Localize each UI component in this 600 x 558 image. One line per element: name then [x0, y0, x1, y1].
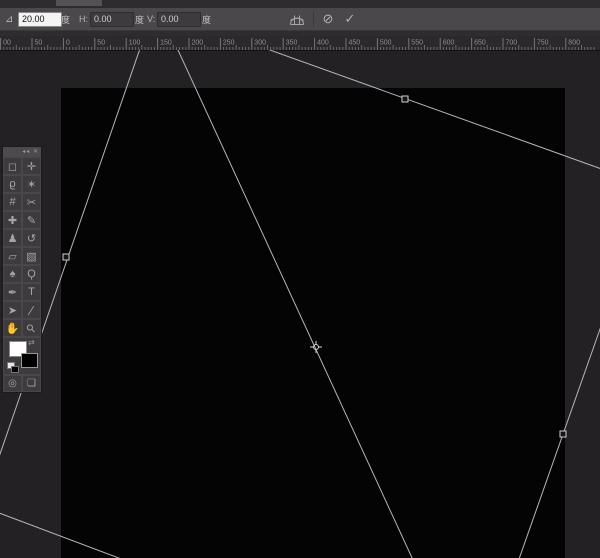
transform-diagonal[interactable] — [154, 50, 413, 558]
rectangular-marquee-tool[interactable]: ◻ — [3, 157, 22, 175]
dodge-tool-icon: Ϙ — [27, 268, 36, 280]
transform-edge-top[interactable] — [150, 50, 600, 172]
svg-text:50: 50 — [35, 40, 43, 47]
commit-transform-button[interactable]: ✓ — [341, 8, 359, 30]
brush-tool[interactable]: ✎ — [22, 211, 41, 229]
svg-text:750: 750 — [537, 40, 549, 47]
background-color-swatch[interactable] — [21, 353, 38, 368]
free-transform-overlay — [0, 50, 600, 558]
cancel-transform-button[interactable]: ⊘ — [319, 8, 337, 30]
screen-mode-icon: ❏ — [27, 378, 36, 389]
window-tab-fragment — [56, 0, 102, 6]
warp-mode-toggle-button[interactable] — [288, 8, 306, 30]
svg-text:550: 550 — [411, 40, 423, 47]
healing-brush-tool[interactable]: ✚ — [3, 211, 22, 229]
gradient-tool[interactable]: ▧ — [22, 247, 41, 265]
clone-stamp-tool-icon: ♟ — [8, 232, 18, 245]
blur-tool[interactable]: ♠ — [3, 265, 22, 283]
vertical-skew-input[interactable] — [157, 12, 201, 27]
svg-text:650: 650 — [474, 40, 486, 47]
photoshop-window: ⊿ 度 H: 度 V: 度 — [0, 0, 600, 558]
zoom-tool[interactable]: ⚲ — [22, 319, 41, 337]
svg-text:450: 450 — [349, 40, 361, 47]
line-tool[interactable]: ∕ — [22, 301, 41, 319]
transform-center-point[interactable] — [310, 341, 322, 353]
transform-handle-right[interactable] — [560, 431, 566, 437]
svg-text:600: 600 — [443, 40, 455, 47]
blur-tool-icon: ♠ — [10, 268, 16, 280]
hand-tool[interactable]: ✋ — [3, 319, 22, 337]
toolbox-close-button[interactable]: ✕ — [33, 149, 39, 155]
horizontal-skew-unit: 度 — [135, 13, 144, 26]
lasso-tool-icon: ϱ — [9, 178, 15, 190]
svg-text:500: 500 — [380, 40, 392, 47]
rectangular-marquee-tool-icon: ◻ — [8, 160, 17, 173]
screen-mode-button[interactable]: ❏ — [22, 375, 41, 392]
svg-text:0: 0 — [66, 40, 70, 47]
path-selection-tool[interactable]: ➤ — [3, 301, 22, 319]
healing-brush-tool-icon: ✚ — [8, 214, 17, 227]
lasso-tool[interactable]: ϱ — [3, 175, 22, 193]
swap-colors-icon[interactable]: ⇄ — [28, 338, 35, 347]
pen-tool[interactable]: ✒ — [3, 283, 22, 301]
hand-tool-icon: ✋ — [6, 322, 20, 335]
horizontal-skew-input[interactable] — [90, 12, 134, 27]
svg-text:300: 300 — [254, 40, 266, 47]
transform-edge-right[interactable] — [512, 295, 600, 558]
svg-text:350: 350 — [286, 40, 298, 47]
options-separator — [313, 12, 314, 27]
horizontal-ruler[interactable]: 0050050100150200250300350400450500550600… — [0, 36, 600, 51]
eraser-tool-icon: ▱ — [8, 250, 16, 263]
line-tool-icon: ∕ — [30, 303, 32, 318]
move-tool[interactable]: ✛ — [22, 157, 41, 175]
rotate-angle-icon: ⊿ — [5, 8, 13, 30]
svg-text:100: 100 — [129, 40, 141, 47]
svg-text:150: 150 — [160, 40, 172, 47]
horizontal-skew-label: H: — [79, 14, 88, 24]
history-brush-tool[interactable]: ↺ — [22, 229, 41, 247]
toolbox-palette: ◂◂ ✕ ◻ ✛ ϱ ✶ # ✂ ✚ ✎ ♟ ↺ ▱ ▧ ♠ Ϙ ✒ T ➤ ∕ ✋ ⚲ ⇄ ◎ ❏ — [2, 146, 42, 393]
transform-handle-left[interactable] — [63, 254, 69, 260]
transform-options-bar: ⊿ 度 H: 度 V: 度 — [0, 8, 600, 31]
svg-text:800: 800 — [568, 40, 580, 47]
vertical-skew-label: V: — [147, 14, 155, 24]
quick-mask-mode-button[interactable]: ◎ — [3, 375, 22, 392]
toolbox-collapse-button[interactable]: ◂◂ — [22, 149, 30, 155]
path-selection-tool-icon: ➤ — [8, 304, 17, 317]
transform-handle-top[interactable] — [402, 96, 408, 102]
color-swatches-area: ⇄ — [3, 337, 41, 375]
toolbox-title-bar: ◂◂ ✕ — [3, 147, 41, 157]
slice-tool[interactable]: ✂ — [22, 193, 41, 211]
svg-text:200: 200 — [192, 40, 204, 47]
brush-tool-icon: ✎ — [27, 214, 36, 227]
eraser-tool[interactable]: ▱ — [3, 247, 22, 265]
svg-text:00: 00 — [3, 40, 11, 47]
quick-mask-icon: ◎ — [8, 378, 17, 389]
warp-grid-icon — [288, 12, 306, 26]
vertical-skew-unit: 度 — [202, 13, 211, 26]
svg-text:700: 700 — [506, 40, 518, 47]
svg-text:400: 400 — [317, 40, 329, 47]
pen-tool-icon: ✒ — [8, 286, 17, 299]
dodge-tool[interactable]: Ϙ — [22, 265, 41, 283]
crop-tool[interactable]: # — [3, 193, 22, 211]
slice-tool-icon: ✂ — [27, 196, 36, 209]
svg-text:50: 50 — [97, 40, 105, 47]
history-brush-tool-icon: ↺ — [27, 232, 36, 245]
crop-tool-icon: # — [9, 196, 15, 208]
zoom-tool-icon: ⚲ — [24, 321, 39, 336]
transform-edge-bottom[interactable] — [0, 505, 132, 558]
default-colors-icon[interactable] — [7, 362, 18, 373]
svg-text:250: 250 — [223, 40, 235, 47]
type-tool[interactable]: T — [22, 283, 41, 301]
rotate-angle-unit: 度 — [61, 13, 70, 26]
magic-wand-tool-icon: ✶ — [27, 178, 36, 191]
gradient-tool-icon: ▧ — [26, 250, 36, 263]
clone-stamp-tool[interactable]: ♟ — [3, 229, 22, 247]
magic-wand-tool[interactable]: ✶ — [22, 175, 41, 193]
type-tool-icon: T — [28, 286, 35, 298]
move-tool-icon: ✛ — [27, 160, 36, 173]
rotate-angle-input[interactable] — [18, 12, 62, 27]
